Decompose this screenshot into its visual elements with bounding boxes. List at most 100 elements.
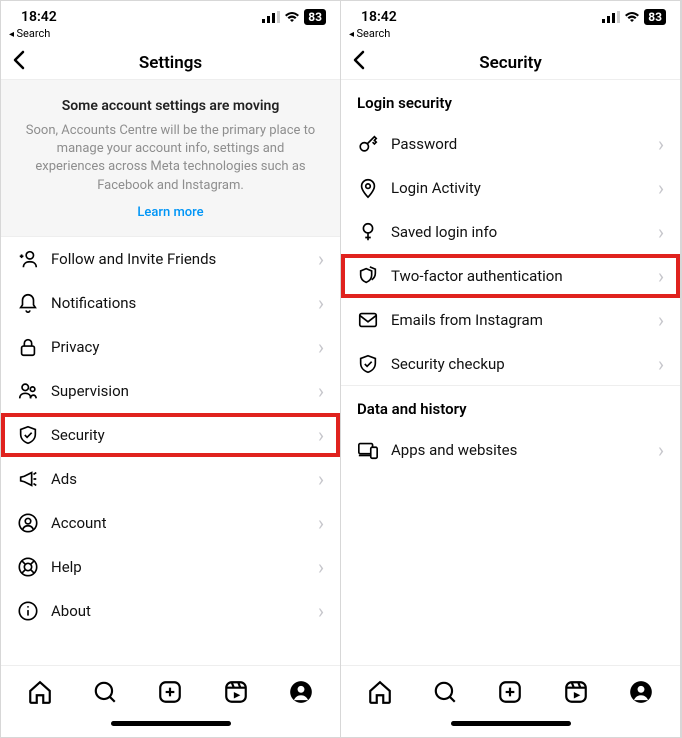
status-indicators: 83 [262,9,326,25]
status-time: 18:42 [361,9,397,25]
screen-security: 18:42 83 Search Security Login security … [341,1,681,737]
home-indicator [1,717,340,737]
reels-icon [223,679,249,705]
back-to-search[interactable]: Search [341,25,680,46]
chevron-right-icon: › [658,134,664,154]
home-indicator [341,717,680,737]
chevron-right-icon: › [318,469,324,489]
key-icon [357,133,379,155]
status-indicators: 83 [602,9,666,25]
row-login-activity[interactable]: Login Activity › [341,166,680,210]
plus-square-icon [497,679,523,705]
tab-home[interactable] [25,677,55,707]
life-ring-icon [17,556,39,578]
cellular-icon [262,11,280,23]
row-label: Apps and websites [391,441,658,459]
chevron-right-icon: › [318,557,324,577]
accounts-centre-banner: Some account settings are moving Soon, A… [1,80,340,237]
row-label: Emails from Instagram [391,311,658,329]
tab-profile[interactable] [626,677,656,707]
chevron-right-icon: › [658,178,664,198]
tab-reels[interactable] [561,677,591,707]
chevron-right-icon: › [318,337,324,357]
wifi-icon [284,11,300,23]
person-circle-icon [17,512,39,534]
row-privacy[interactable]: Privacy › [1,325,340,369]
row-label: About [51,602,318,620]
nav-header: Settings [1,46,340,80]
row-saved-login[interactable]: Saved login info › [341,210,680,254]
row-security-checkup[interactable]: Security checkup › [341,342,680,386]
profile-filled-icon [288,679,314,705]
chevron-right-icon: › [318,249,324,269]
chevron-right-icon: › [658,310,664,330]
mail-icon [357,309,379,331]
row-label: Help [51,558,318,576]
location-pin-icon [357,177,379,199]
info-icon [17,600,39,622]
tab-search[interactable] [90,677,120,707]
row-two-factor[interactable]: Two-factor authentication › [341,254,680,298]
section-login-security: Login security [341,80,680,122]
banner-learn-more[interactable]: Learn more [21,205,320,220]
chevron-right-icon: › [318,425,324,445]
battery-icon: 83 [644,9,666,25]
row-label: Saved login info [391,223,658,241]
row-account[interactable]: Account › [1,501,340,545]
tab-home[interactable] [365,677,395,707]
row-apps-websites[interactable]: Apps and websites › [341,428,680,472]
screen-settings: 18:42 83 Search Settings Some account se… [1,1,341,737]
nav-header: Security [341,46,680,80]
row-password[interactable]: Password › [341,122,680,166]
bell-icon [17,292,39,314]
tab-create[interactable] [495,677,525,707]
key-round-icon [357,221,379,243]
search-icon [432,679,458,705]
tab-bar [341,665,680,717]
row-label: Supervision [51,382,318,400]
tab-reels[interactable] [221,677,251,707]
chevron-left-icon [351,50,365,70]
shield-check-icon [357,353,379,375]
tab-bar [1,665,340,717]
security-list: Login security Password › Login Activity… [341,80,680,665]
profile-filled-icon [628,679,654,705]
row-supervision[interactable]: Supervision › [1,369,340,413]
row-label: Follow and Invite Friends [51,250,318,268]
row-label: Login Activity [391,179,658,197]
home-icon [367,679,393,705]
status-bar: 18:42 83 [1,1,340,25]
status-time: 18:42 [21,9,57,25]
chevron-right-icon: › [318,381,324,401]
tab-search[interactable] [430,677,460,707]
search-icon [92,679,118,705]
chevron-right-icon: › [658,354,664,374]
row-about[interactable]: About › [1,589,340,633]
row-ads[interactable]: Ads › [1,457,340,501]
shield-stacked-icon [357,265,379,287]
row-label: Security checkup [391,355,658,373]
back-to-search[interactable]: Search [1,25,340,46]
back-button[interactable] [11,50,25,75]
row-label: Ads [51,470,318,488]
banner-heading: Some account settings are moving [21,98,320,114]
row-notifications[interactable]: Notifications › [1,281,340,325]
row-label: Security [51,426,318,444]
reels-icon [563,679,589,705]
chevron-left-icon [11,50,25,70]
row-label: Password [391,135,658,153]
back-button[interactable] [351,50,365,75]
row-emails[interactable]: Emails from Instagram › [341,298,680,342]
megaphone-icon [17,468,39,490]
people-icon [17,380,39,402]
section-data-history: Data and history [341,386,680,428]
row-security[interactable]: Security › [1,413,340,457]
row-label: Account [51,514,318,532]
row-follow-invite[interactable]: Follow and Invite Friends › [1,237,340,281]
plus-square-icon [157,679,183,705]
tab-profile[interactable] [286,677,316,707]
tab-create[interactable] [155,677,185,707]
row-help[interactable]: Help › [1,545,340,589]
page-title: Security [341,53,680,73]
row-label: Notifications [51,294,318,312]
